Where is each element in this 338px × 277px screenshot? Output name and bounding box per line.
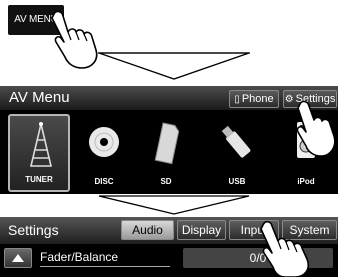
source-list: TUNER DISC SD USB iPod [0, 114, 338, 192]
down-arrow-icon [98, 52, 250, 80]
usb-icon [221, 125, 251, 158]
source-ipod[interactable]: iPod [275, 114, 337, 192]
settings-screen: Settings Audio Display Input System Fade… [0, 217, 338, 277]
up-triangle-icon [12, 254, 24, 262]
tab-audio[interactable]: Audio [121, 220, 174, 240]
tab-display[interactable]: Display [177, 220, 226, 240]
source-sd-label: SD [160, 177, 172, 186]
scroll-up-button[interactable] [4, 248, 32, 268]
step1-panel: AV MENU [0, 0, 338, 69]
down-arrow-icon [98, 195, 250, 215]
ipod-icon [297, 122, 315, 158]
av-menu-title: AV Menu [9, 89, 70, 106]
fader-balance-value-box[interactable]: 0/0 [183, 248, 333, 268]
disc-icon [89, 127, 119, 157]
fader-balance-value: 0/0 [249, 251, 267, 265]
source-tuner-label: TUNER [25, 175, 53, 184]
source-disc-label: DISC [94, 177, 114, 186]
settings-title: Settings [8, 222, 59, 238]
source-disc[interactable]: DISC [73, 114, 135, 192]
settings-row-fader-balance[interactable]: Fader/Balance 0/0 [0, 248, 338, 270]
av-menu-key[interactable]: AV MENU [8, 5, 64, 35]
fader-balance-label: Fader/Balance [40, 250, 170, 267]
source-usb-label: USB [228, 177, 246, 186]
phone-button-label: Phone [241, 93, 274, 105]
source-tuner[interactable]: TUNER [8, 114, 70, 192]
tuner-tower-icon [29, 122, 53, 167]
av-menu-header: AV Menu ▯ Phone ⚙ Settings [0, 86, 338, 110]
source-ipod-label: iPod [297, 177, 315, 186]
av-menu-screen: AV Menu ▯ Phone ⚙ Settings TUNER DISC SD… [0, 86, 338, 194]
phone-icon: ▯ [234, 93, 240, 105]
sd-card-icon [154, 122, 180, 165]
phone-button[interactable]: ▯ Phone [229, 90, 279, 108]
tab-input[interactable]: Input [229, 220, 279, 240]
gear-icon: ⚙ [284, 93, 294, 105]
settings-button[interactable]: ⚙ Settings [283, 90, 337, 108]
source-usb[interactable]: USB [206, 114, 268, 192]
source-sd[interactable]: SD [135, 114, 197, 192]
settings-header: Settings Audio Display Input System [0, 217, 338, 244]
tab-system[interactable]: System [282, 220, 337, 240]
settings-button-label: Settings [295, 93, 336, 105]
